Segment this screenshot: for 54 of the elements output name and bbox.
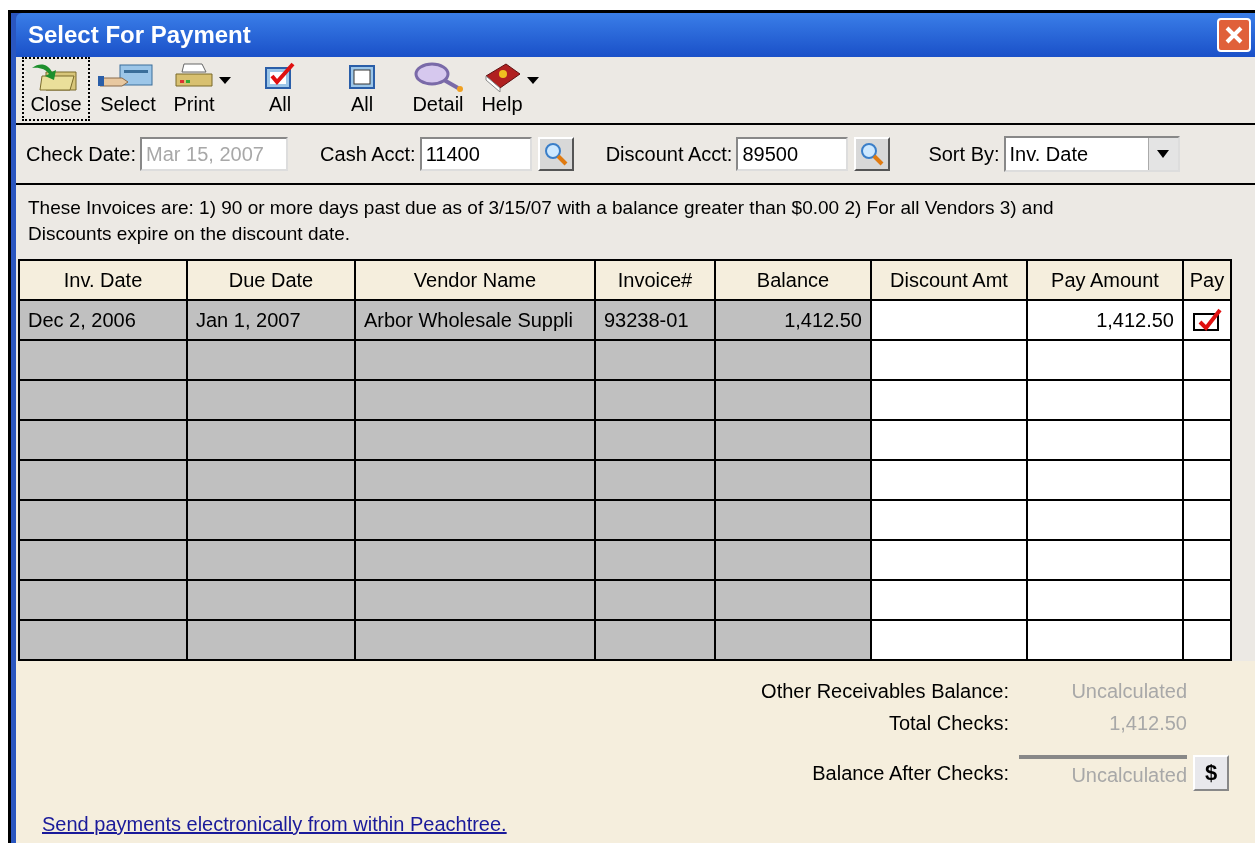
sort-by-dropdown[interactable]: Inv. Date xyxy=(1003,136,1180,172)
column-header[interactable]: Discount Amt xyxy=(872,261,1028,301)
close-button[interactable] xyxy=(1217,18,1251,52)
column-header[interactable]: Due Date xyxy=(188,261,356,301)
table-cell: 1,412.50 xyxy=(716,301,872,341)
table-cell xyxy=(1184,621,1232,661)
toolbar-button[interactable]: Close xyxy=(22,57,90,121)
lookup-button[interactable] xyxy=(854,137,891,171)
column-header[interactable]: Pay Amount xyxy=(1028,261,1184,301)
lookup-button[interactable] xyxy=(537,137,574,171)
table-cell xyxy=(1184,421,1232,461)
column-header[interactable]: Inv. Date xyxy=(20,261,188,301)
column-header[interactable]: Pay xyxy=(1184,261,1232,301)
electronic-payments-link[interactable]: Send payments electronically from within Peachtree. xyxy=(42,809,507,839)
table-cell: 93238-01 xyxy=(596,301,716,341)
field-label: Cash Acct: xyxy=(320,142,416,167)
column-header[interactable]: Invoice# xyxy=(596,261,716,301)
toolbar-button[interactable]: Print xyxy=(166,57,238,121)
field-label: Check Date: xyxy=(26,142,137,167)
table-cell xyxy=(1184,541,1232,581)
cash-acct-field[interactable]: 11400 xyxy=(419,137,532,171)
summary-value: 1,412.50 xyxy=(1108,711,1187,736)
table-cell xyxy=(1184,581,1232,621)
toolbar-button[interactable]: Help xyxy=(474,57,546,121)
summary-label: Total Checks: xyxy=(887,711,1010,736)
search-icon xyxy=(543,142,568,166)
table-cell: 1,412.50 xyxy=(1028,301,1184,341)
window-title: Select For Payment xyxy=(28,20,251,50)
toolbar-button[interactable]: Select xyxy=(92,57,164,121)
discount-acct-field[interactable]: 89500 xyxy=(736,137,849,171)
summary-label: Other Receivables Balance: xyxy=(761,679,1010,704)
empty-box-icon xyxy=(347,62,377,92)
dropdown-arrow-icon xyxy=(1156,149,1171,159)
search-icon xyxy=(860,142,885,166)
table-cell: Dec 2, 2006 xyxy=(20,301,188,341)
toolbar-button[interactable]: All xyxy=(322,57,402,121)
field-label: Sort By: xyxy=(928,142,1000,167)
summary-value: Uncalculated xyxy=(1070,679,1187,704)
table-cell xyxy=(1184,461,1232,501)
field-label: Discount Acct: xyxy=(605,142,733,167)
summary-value: Uncalculated xyxy=(1019,755,1187,791)
column-header[interactable]: Vendor Name xyxy=(356,261,596,301)
table-cell: Jan 1, 2007 xyxy=(188,301,356,341)
checkbox[interactable] xyxy=(1192,308,1222,332)
table-cell xyxy=(1184,501,1232,541)
column-header[interactable]: Balance xyxy=(716,261,872,301)
table-cell xyxy=(1184,381,1232,421)
toolbar-button[interactable]: Detail xyxy=(404,57,472,121)
calculate-button[interactable]: $ xyxy=(1193,755,1229,791)
description-text: These Invoices are: 1) 90 or more days past due as of 3/15/07 with a balance greater than $0.00 2) For all Vendors 3) and Discounts expire on the discount date. xyxy=(27,196,1055,246)
summary-label: Balance After Checks: xyxy=(811,761,1010,786)
toolbar-button[interactable]: All xyxy=(240,57,320,121)
close-icon xyxy=(1225,26,1243,44)
table-cell: Arbor Wholesale Suppli xyxy=(356,301,596,341)
